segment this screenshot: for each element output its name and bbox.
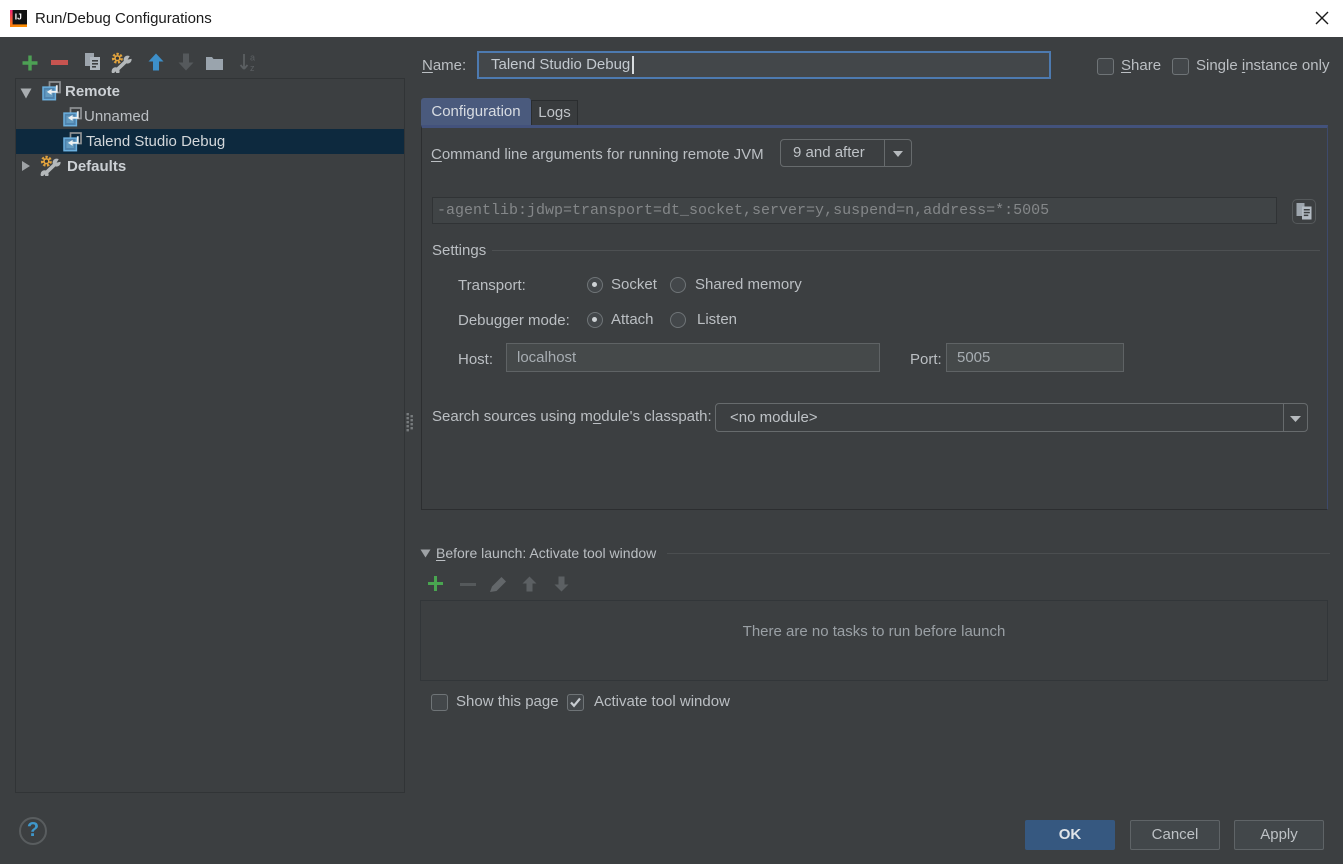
svg-text:a: a [250,53,255,63]
svg-text:IJ: IJ [15,12,22,22]
svg-text:z: z [250,63,255,73]
